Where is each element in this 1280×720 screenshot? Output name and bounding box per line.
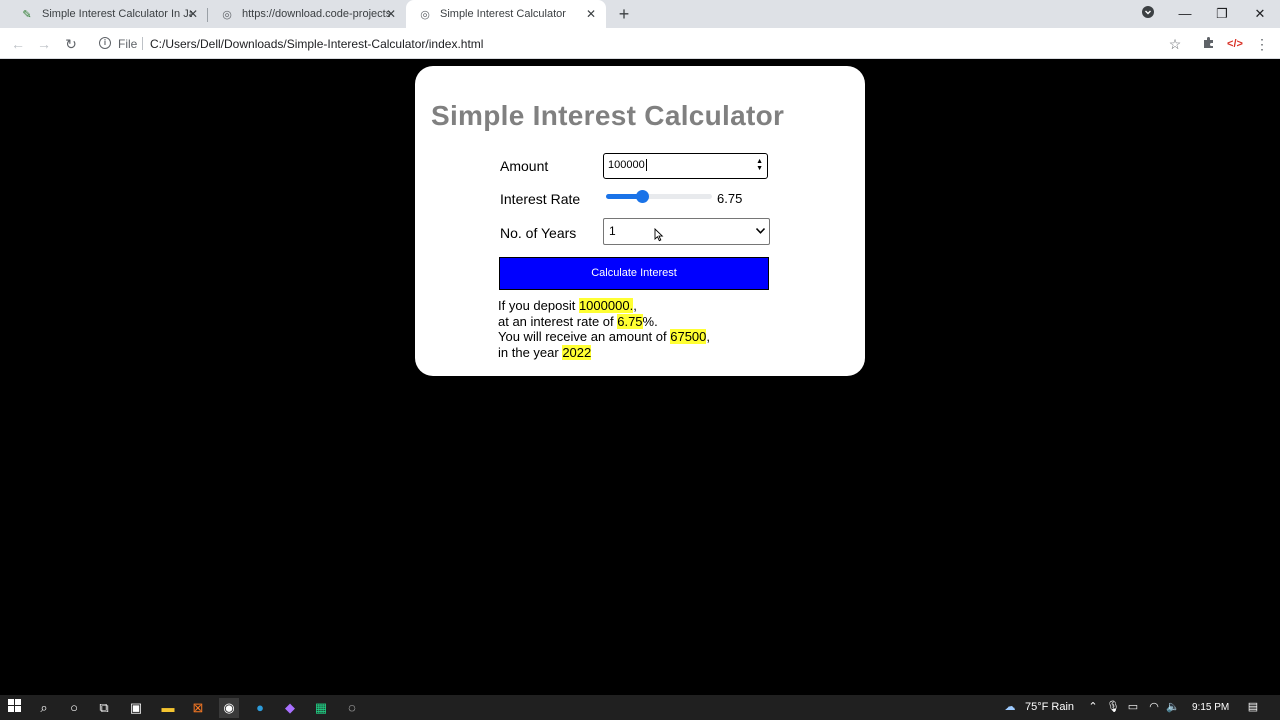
calculator-card: Simple Interest Calculator Amount 100000… xyxy=(415,66,865,376)
restore-icon[interactable]: ❐ xyxy=(1212,4,1232,24)
microphone-icon[interactable]: 🎙 xyxy=(1106,700,1120,714)
browser-toolbar: ← → ↻ i File C:/Users/Dell/Downloads/Sim… xyxy=(0,28,1280,59)
search-icon[interactable]: ⌕ xyxy=(34,698,54,718)
tab-bar: ✎ Simple Interest Calculator In Java ✕ ◎… xyxy=(0,0,1280,28)
page-viewport: Simple Interest Calculator Amount 100000… xyxy=(0,59,1280,695)
close-icon[interactable]: ✕ xyxy=(584,7,598,21)
result-line-4: in the year 2022 xyxy=(498,344,710,361)
result-text-part: in the year xyxy=(498,344,563,360)
result-text-part: at an interest rate of xyxy=(498,313,618,329)
volume-icon[interactable]: 🔈 xyxy=(1166,700,1180,714)
app-icon[interactable]: ● xyxy=(250,698,270,718)
tab-1-title: Simple Interest Calculator In Java xyxy=(42,8,192,20)
pycharm-icon[interactable]: ▦ xyxy=(311,698,331,718)
years-select[interactable]: 1 xyxy=(603,218,770,245)
store-icon[interactable]: ▣ xyxy=(126,698,146,718)
address-bar[interactable]: C:/Users/Dell/Downloads/Simple-Interest-… xyxy=(150,37,483,51)
cortana-icon[interactable]: ○ xyxy=(64,698,84,718)
weather-icon[interactable]: ☁ xyxy=(1001,700,1019,714)
years-value: 1 xyxy=(609,224,616,238)
back-icon[interactable]: ← xyxy=(8,34,28,54)
visual-studio-icon[interactable]: ◆ xyxy=(280,698,300,718)
result-text: If you deposit 1000000., at an interest … xyxy=(498,298,710,360)
task-view-icon[interactable]: ⧉ xyxy=(94,698,114,718)
page-title: Simple Interest Calculator xyxy=(431,100,785,131)
tab-3-title: Simple Interest Calculator xyxy=(440,8,566,20)
devtools-extension-icon[interactable]: </> xyxy=(1225,34,1245,54)
chrome-icon[interactable]: ◉ xyxy=(219,698,239,718)
years-label: No. of Years xyxy=(500,225,577,241)
result-text-part: If you deposit xyxy=(498,298,579,313)
bookmark-star-icon[interactable]: ☆ xyxy=(1165,34,1185,54)
taskbar: ⌕ ○ ⧉ ▣ ▬ ⊠ ◉ ● ◆ ▦ ◌ ☁ 75°F Rain ⌃ 🎙 ▭ … xyxy=(0,695,1280,720)
rate-highlight: 6.75 xyxy=(617,313,643,329)
globe-icon: ◎ xyxy=(420,8,430,21)
amount-value: 100000 xyxy=(608,159,645,171)
windows-start-icon[interactable] xyxy=(4,698,24,718)
tab-search-icon[interactable] xyxy=(1138,4,1158,24)
xampp-icon[interactable]: ⊠ xyxy=(188,698,208,718)
text-caret xyxy=(645,159,647,172)
chevron-down-icon xyxy=(755,219,766,244)
result-text-part: You will receive an amount of xyxy=(498,329,671,344)
forward-icon[interactable]: → xyxy=(34,34,54,54)
rate-value: 6.75 xyxy=(717,191,743,206)
tab-1[interactable]: ✎ Simple Interest Calculator In Java ✕ xyxy=(8,0,208,28)
battery-icon[interactable]: ▭ xyxy=(1126,700,1140,714)
mouse-cursor-icon xyxy=(654,228,664,242)
file-label: File xyxy=(118,37,138,51)
slider-thumb[interactable] xyxy=(636,190,650,203)
close-icon[interactable]: ✕ xyxy=(384,7,398,21)
close-icon[interactable]: ✕ xyxy=(186,7,200,21)
calculate-interest-button[interactable]: Calculate Interest xyxy=(499,257,769,290)
amount-label: Amount xyxy=(500,158,549,174)
clock[interactable]: 9:15 PM xyxy=(1192,702,1229,713)
notifications-icon[interactable]: ▤ xyxy=(1246,700,1260,714)
info-icon[interactable]: i xyxy=(99,37,111,49)
deposit-highlight: 1000000. xyxy=(578,298,634,313)
globe-icon: ◎ xyxy=(222,8,232,21)
minimize-icon[interactable]: — xyxy=(1175,4,1195,24)
number-spinner-icon[interactable]: ▲ ▼ xyxy=(756,158,763,172)
weather-text[interactable]: 75°F Rain xyxy=(1025,701,1074,713)
menu-icon[interactable]: ⋮ xyxy=(1252,34,1272,54)
url-separator xyxy=(142,37,143,50)
tab-3[interactable]: ◎ Simple Interest Calculator ✕ xyxy=(406,0,606,28)
chevron-up-icon[interactable]: ⌃ xyxy=(1086,700,1100,714)
tab-2[interactable]: ◎ https://download.code-projects.o ✕ xyxy=(208,0,406,28)
reload-icon[interactable]: ↻ xyxy=(61,34,81,54)
snipping-tool-icon[interactable]: ◌ xyxy=(342,698,362,718)
result-line-2: at an interest rate of 6.75%. xyxy=(498,313,710,330)
pen-icon: ✎ xyxy=(22,8,32,21)
result-text-part: %. xyxy=(642,313,658,329)
window-close-icon[interactable]: ✕ xyxy=(1250,4,1270,24)
tab-2-title: https://download.code-projects.o xyxy=(242,8,390,20)
year-highlight: 2022 xyxy=(562,344,592,360)
result-text-part: , xyxy=(706,329,711,344)
file-explorer-icon[interactable]: ▬ xyxy=(158,698,178,718)
amount-highlight: 67500 xyxy=(670,329,707,344)
wifi-icon[interactable]: ◠ xyxy=(1147,700,1161,714)
amount-input[interactable]: 100000 ▲ ▼ xyxy=(603,153,768,179)
interest-rate-slider[interactable] xyxy=(606,190,712,203)
result-line-1: If you deposit 1000000., xyxy=(498,298,710,314)
rate-label: Interest Rate xyxy=(500,191,581,207)
new-tab-button[interactable]: + xyxy=(614,4,634,24)
result-text-part: , xyxy=(633,298,637,313)
result-line-3: You will receive an amount of 67500, xyxy=(498,329,710,345)
extensions-icon[interactable] xyxy=(1198,34,1218,54)
